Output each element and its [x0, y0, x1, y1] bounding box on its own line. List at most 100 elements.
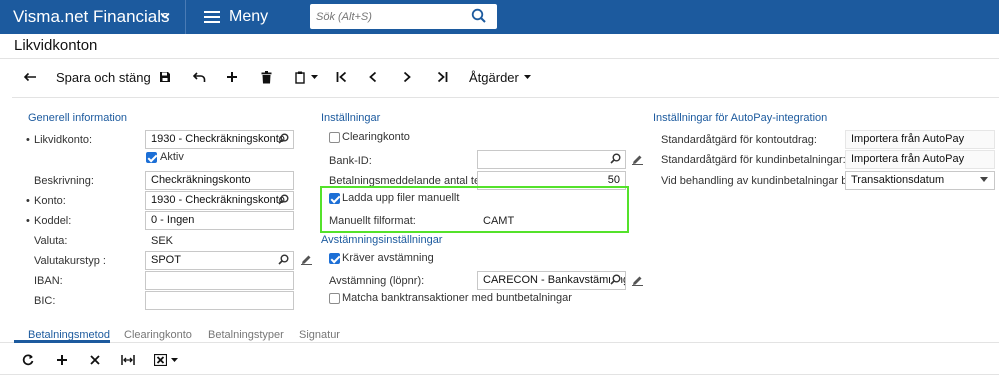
- cash-account-field[interactable]: 1930 - Checkräkningskonto: [145, 130, 294, 149]
- general-info-header: Generell information: [28, 112, 128, 124]
- divider: [0, 374, 999, 375]
- fit-width-icon: [121, 355, 135, 365]
- caret-down-icon: [171, 357, 178, 362]
- global-search: [310, 4, 497, 29]
- first-icon: [336, 71, 346, 83]
- lookup-icon[interactable]: [610, 153, 621, 168]
- caret-down-icon: [980, 177, 988, 182]
- active-checkbox[interactable]: [146, 152, 157, 163]
- lookup-icon[interactable]: [610, 274, 621, 289]
- clearing-account-label: Clearingkonto: [342, 131, 410, 143]
- settings-header: Inställningar: [321, 112, 381, 124]
- export-excel-button[interactable]: [154, 350, 178, 370]
- bic-label: BIC:: [34, 295, 56, 307]
- reconciliation-numbering-value: CARECON - Bankavstämningar: [483, 274, 626, 286]
- fit-columns-button[interactable]: [121, 350, 135, 370]
- lookup-icon[interactable]: [278, 254, 289, 269]
- match-batch-payments-checkbox[interactable]: [329, 293, 340, 304]
- manual-file-format-label: Manuellt filformat:: [329, 215, 416, 227]
- back-button[interactable]: [20, 65, 40, 89]
- caret-down-icon: [523, 74, 531, 79]
- bank-id-field[interactable]: [477, 150, 626, 169]
- last-record-button[interactable]: [434, 65, 450, 89]
- chevron-left-icon: [369, 71, 377, 83]
- default-customer-payment-action-value: Importera från AutoPay: [851, 153, 965, 165]
- clipboard-menu-button[interactable]: [292, 65, 320, 89]
- account-value: 1930 - Checkräkningskonto: [151, 194, 285, 206]
- requires-reconciliation-checkbox[interactable]: [329, 253, 340, 264]
- save-button[interactable]: [156, 65, 174, 89]
- menu-label[interactable]: Meny: [229, 8, 268, 26]
- delete-button[interactable]: [257, 65, 275, 89]
- clipboard-icon: [294, 71, 305, 84]
- description-field[interactable]: Checkräkningskonto: [145, 171, 294, 190]
- divider: [12, 97, 999, 98]
- undo-button[interactable]: [190, 65, 208, 89]
- save-and-close-button[interactable]: Spara och stäng: [56, 65, 151, 89]
- lookup-icon[interactable]: [278, 194, 289, 209]
- page-title: Likvidkonton: [14, 37, 98, 54]
- account-field[interactable]: 1930 - Checkräkningskonto: [145, 191, 294, 210]
- arrow-left-icon: [23, 72, 36, 82]
- reconciliation-numbering-label: Avstämning (löpnr):: [329, 275, 425, 287]
- main-toolbar: Spara och stäng Åtgärder: [0, 65, 999, 91]
- tab-divider: [0, 342, 999, 343]
- chevron-down-icon[interactable]: [160, 11, 170, 23]
- tab-payment-types[interactable]: Betalningstyper: [208, 329, 284, 341]
- payment-message-length-value: 50: [607, 174, 620, 186]
- tab-signature[interactable]: Signatur: [299, 329, 340, 341]
- manual-file-format-value: CAMT: [483, 215, 515, 227]
- booking-date-select[interactable]: Transaktionsdatum: [845, 171, 995, 190]
- cash-account-label: Likvidkonto:: [26, 134, 92, 146]
- divider: [0, 58, 999, 59]
- reconciliation-numbering-field[interactable]: CARECON - Bankavstämningar: [477, 271, 626, 290]
- subaccount-field[interactable]: 0 - Ingen: [145, 211, 294, 230]
- delete-row-button[interactable]: [89, 350, 101, 370]
- first-record-button[interactable]: [333, 65, 349, 89]
- description-label: Beskrivning:: [34, 175, 94, 187]
- close-icon: [90, 355, 100, 365]
- bank-id-label: Bank-ID:: [329, 155, 372, 167]
- account-label: Konto:: [26, 195, 66, 207]
- default-statement-action-value: Importera från AutoPay: [851, 133, 965, 145]
- topbar-divider: [185, 0, 186, 34]
- lookup-icon[interactable]: [278, 133, 289, 148]
- bic-field[interactable]: [145, 291, 294, 310]
- add-button[interactable]: [223, 65, 241, 89]
- search-input[interactable]: [310, 4, 460, 29]
- subaccount-value: 0 - Ingen: [151, 214, 195, 226]
- refresh-button[interactable]: [22, 350, 34, 370]
- undo-icon: [192, 71, 205, 82]
- excel-icon: [154, 354, 167, 366]
- iban-field[interactable]: [145, 271, 294, 290]
- refresh-icon: [22, 354, 34, 366]
- app-brand-title[interactable]: Visma.net Financials: [13, 7, 170, 27]
- trash-icon: [261, 70, 271, 83]
- match-batch-payments-label: Matcha banktransaktioner med buntbetalni…: [342, 292, 572, 304]
- booking-date-value: Transaktionsdatum: [851, 174, 945, 186]
- top-navigation-bar: Visma.net Financials Meny: [0, 0, 999, 34]
- currency-label: Valuta:: [34, 235, 68, 247]
- description-value: Checkräkningskonto: [151, 174, 251, 186]
- clearing-account-checkbox[interactable]: [329, 132, 340, 143]
- manual-upload-label: Ladda upp filer manuellt: [342, 192, 460, 204]
- edit-pencil-icon[interactable]: [632, 154, 643, 168]
- plus-icon: [227, 72, 237, 82]
- previous-record-button[interactable]: [365, 65, 381, 89]
- edit-pencil-icon[interactable]: [632, 275, 643, 289]
- manual-upload-checkbox[interactable]: [329, 193, 340, 204]
- hamburger-menu-icon[interactable]: [204, 11, 220, 23]
- currency-value: SEK: [151, 235, 174, 247]
- search-icon[interactable]: [471, 8, 487, 27]
- plus-icon: [57, 355, 67, 365]
- actions-menu-button[interactable]: Åtgärder: [469, 65, 531, 89]
- rate-type-field[interactable]: SPOT: [145, 251, 294, 270]
- tab-clearing-account[interactable]: Clearingkonto: [124, 329, 192, 341]
- edit-pencil-icon[interactable]: [301, 254, 312, 268]
- default-customer-payment-action-label: Standardåtgärd för kundinbetalningar:: [661, 154, 846, 166]
- next-record-button[interactable]: [399, 65, 415, 89]
- subaccount-label: Koddel:: [26, 215, 71, 227]
- add-row-button[interactable]: [56, 350, 68, 370]
- actions-label: Åtgärder: [469, 69, 519, 85]
- caret-down-icon: [310, 74, 318, 79]
